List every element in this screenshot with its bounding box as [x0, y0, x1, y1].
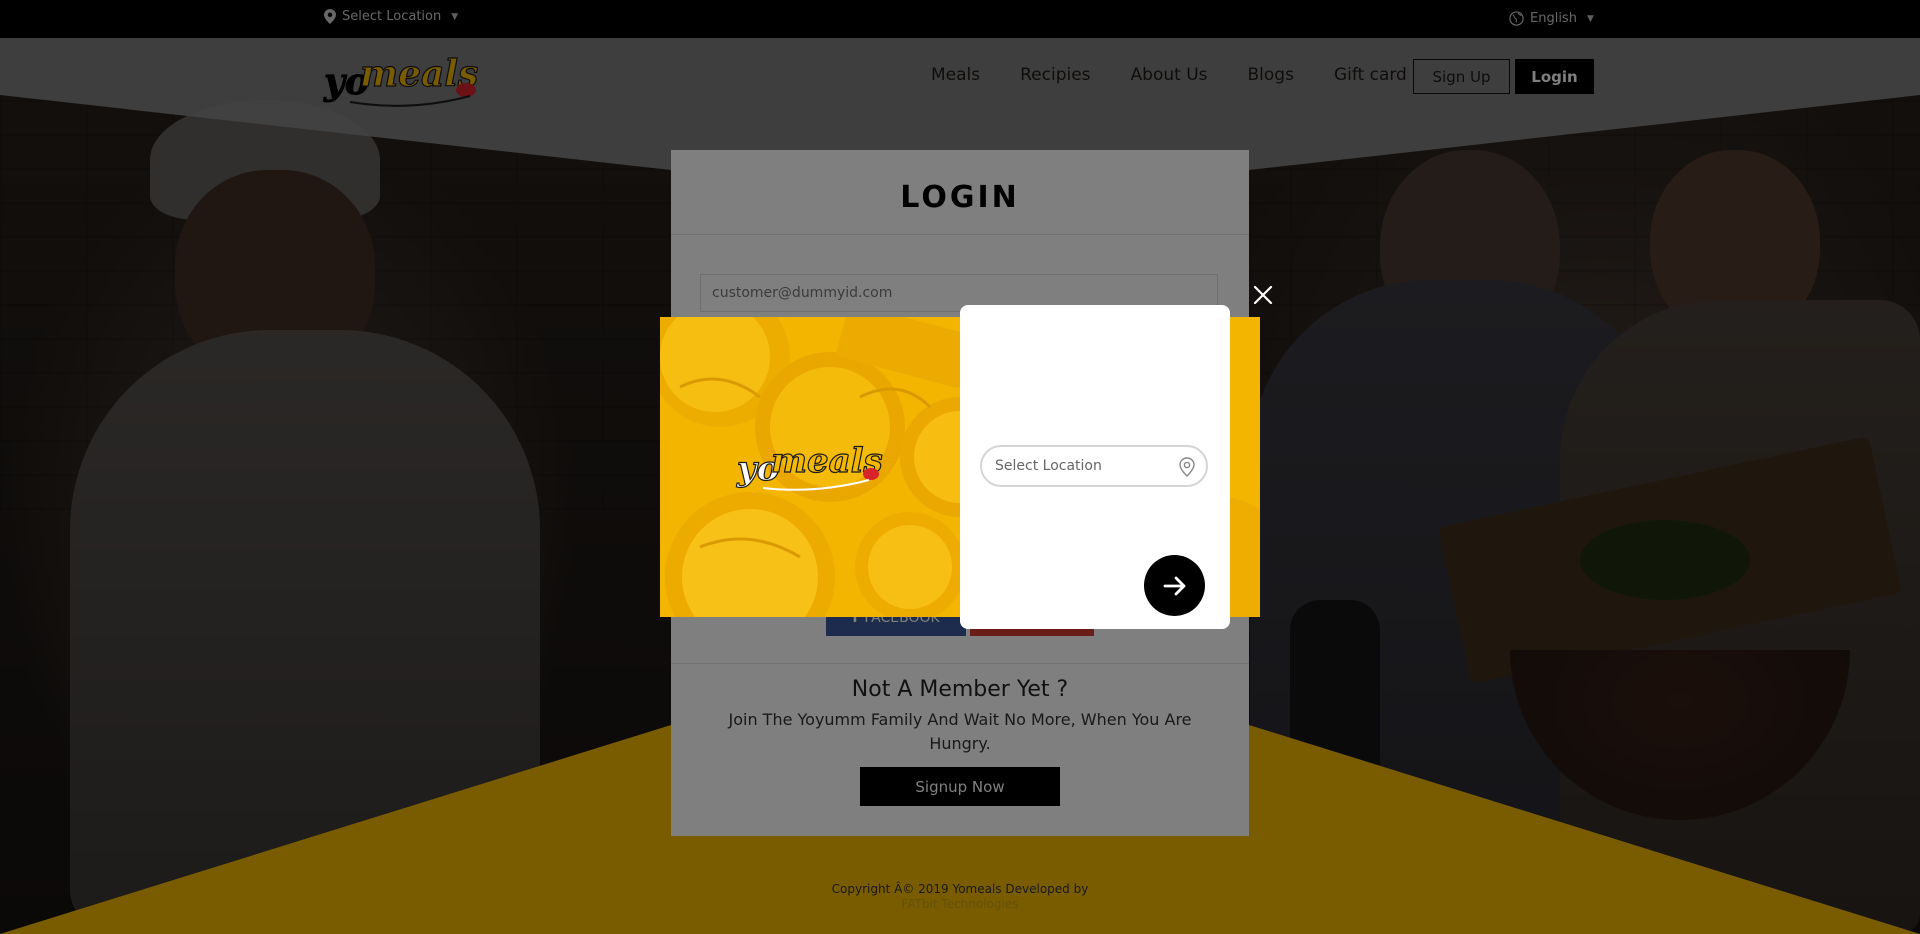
location-input[interactable] — [993, 457, 1177, 475]
arrow-right-icon — [1163, 576, 1185, 595]
location-search-box — [980, 445, 1208, 487]
close-icon[interactable] — [1252, 284, 1274, 306]
modal-logo: yo meals — [735, 440, 883, 491]
submit-location-button[interactable] — [1144, 555, 1205, 616]
location-modal — [960, 305, 1230, 629]
location-pin-icon — [1179, 457, 1195, 477]
